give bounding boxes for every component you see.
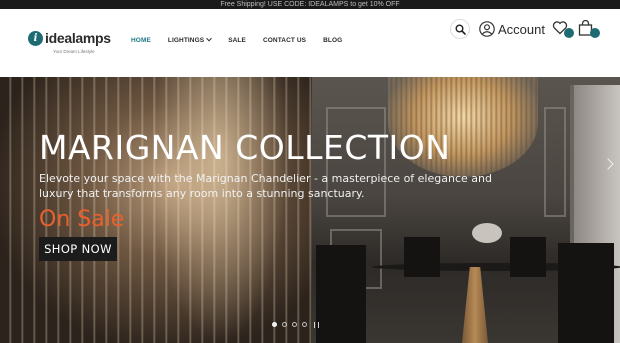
slider-dot[interactable] [272,322,277,327]
chevron-down-icon [206,35,213,42]
cart-count-badge [590,28,600,38]
slider-dot[interactable] [292,322,297,327]
account-label: Account [498,21,545,37]
nav-item-sale[interactable]: SALE [228,37,246,44]
main-nav: HOME LIGHTINGS SALE CONTACT US BLOG [131,34,359,46]
nav-label: BLOG [323,36,343,44]
account-link[interactable]: Account [479,19,545,39]
nav-item-home[interactable]: HOME [131,37,151,44]
cart-button[interactable] [578,19,600,38]
nav-item-lightings[interactable]: LIGHTINGS [167,35,213,44]
logo-mark-icon: i [28,31,43,46]
slider-pagination [272,322,319,328]
nav-item-contact-us[interactable]: CONTACT US [263,37,306,44]
shop-now-button[interactable]: SHOP NOW [39,237,117,261]
slider-dot[interactable] [302,322,307,327]
brand-logo[interactable]: i idealamps Your Dream Lifestyle [28,30,118,60]
nav-label: LIGHTINGS [167,36,205,44]
hero-image-dining-room [312,77,620,343]
hero-sale-label: On Sale [39,207,125,232]
slider-dot[interactable] [282,322,287,327]
announcement-bar: Free Shipping! USE CODE: IDEALAMPS to ge… [0,0,620,9]
user-icon [479,21,495,37]
wishlist-button[interactable] [552,20,574,38]
nav-label: SALE [228,36,246,44]
nav-label: CONTACT US [262,36,307,44]
nav-item-blog[interactable]: BLOG [323,37,342,44]
pause-icon[interactable] [314,322,319,328]
hero-description: Elevote your space with the Marignan Cha… [39,172,492,200]
brand-name: idealamps [45,30,111,46]
search-button[interactable] [450,19,470,39]
brand-tagline: Your Dream Lifestyle [53,49,95,54]
hero-title: MARIGNAN COLLECTION [39,128,451,167]
announcement-text: Free Shipping! USE CODE: IDEALAMPS to ge… [220,1,400,8]
wishlist-count-badge [564,28,574,38]
search-icon [455,24,466,35]
hero-slider: MARIGNAN COLLECTION Elevote your space w… [0,77,620,343]
nav-label: HOME [131,36,151,44]
